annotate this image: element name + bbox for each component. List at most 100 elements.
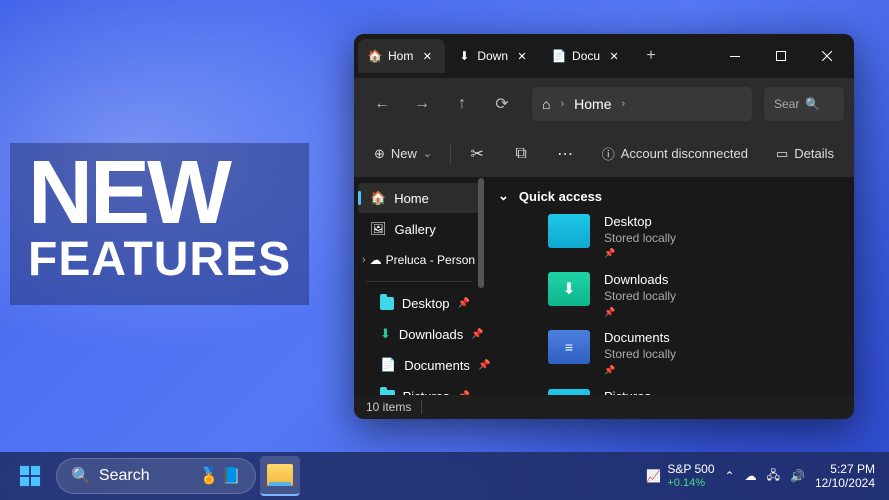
tab-label: Down [477, 49, 508, 63]
quick-access-header[interactable]: ⌄ Quick access [498, 188, 840, 204]
overlay-line2: FEATURES [28, 232, 291, 287]
home-icon: ⌂ [542, 96, 550, 112]
close-icon[interactable]: ✕ [514, 48, 530, 64]
sidebar-item-pictures[interactable]: Pictures 📌 [358, 381, 480, 395]
sidebar-item-onedrive[interactable]: › ☁ Preluca - Person [354, 245, 484, 275]
copy-button[interactable]: ⧉ [503, 138, 539, 170]
quick-access-desktop[interactable]: Desktop Stored locally 📌 [498, 214, 840, 260]
search-label: Search [99, 467, 150, 485]
pin-icon: 📌 [471, 329, 483, 340]
widget-stock[interactable]: 📈 S&P 500 +0.14% [646, 463, 714, 488]
tray-overflow-button[interactable]: ⌃ [725, 469, 735, 483]
folder-icon [267, 464, 293, 486]
account-status[interactable]: ⓘ Account disconnected [592, 138, 758, 170]
folder-icon: ≡ [548, 330, 590, 364]
back-button[interactable]: ← [364, 86, 400, 122]
minimize-button[interactable] [712, 36, 758, 76]
tab-downloads[interactable]: ⬇ Down ✕ [447, 39, 540, 73]
more-button[interactable]: ⋯ [547, 138, 583, 170]
sidebar-item-home[interactable]: 🏠 Home [358, 183, 480, 213]
sidebar-item-documents[interactable]: 📄 Documents 📌 [358, 350, 480, 380]
taskbar-clock[interactable]: 5:27 PM 12/10/2024 [815, 462, 879, 491]
tab-documents[interactable]: 📄 Docu ✕ [542, 39, 632, 73]
tab-label: Hom [388, 49, 413, 63]
quick-access-downloads[interactable]: ⬇ Downloads Stored locally 📌 [498, 272, 840, 318]
volume-icon[interactable]: 🔊 [790, 469, 805, 483]
sidebar-item-label: Pictures [403, 389, 450, 396]
pin-icon: 📌 [604, 307, 676, 319]
forward-button[interactable]: → [404, 86, 440, 122]
sidebar-item-gallery[interactable]: 🖼 Gallery [358, 214, 480, 244]
tab-home[interactable]: 🏠 Hom ✕ [358, 39, 445, 73]
document-icon: 📄 [380, 357, 396, 373]
command-bar: ⊕ New ⌄ ✂ ⧉ ⋯ ⓘ Account disconnected ▭ D… [354, 130, 854, 178]
folder-icon [548, 214, 590, 248]
search-input[interactable]: Sear 🔍 [764, 87, 844, 121]
download-icon: ⬇ [457, 49, 471, 63]
item-name: Downloads [604, 272, 676, 289]
navigation-pane: 🏠 Home 🖼 Gallery › ☁ Preluca - Person De… [354, 178, 484, 395]
maximize-button[interactable] [758, 36, 804, 76]
plus-circle-icon: ⊕ [374, 146, 385, 162]
item-sub: Stored locally [604, 231, 676, 247]
tab-label: Docu [572, 49, 600, 63]
search-icon: 🔍 [805, 97, 820, 111]
sidebar-item-label: Home [394, 191, 429, 206]
quick-access-documents[interactable]: ≡ Documents Stored locally 📌 [498, 330, 840, 376]
details-button[interactable]: ▭ Details [766, 138, 844, 170]
sidebar-item-label: Gallery [395, 222, 436, 237]
close-icon[interactable]: ✕ [606, 48, 622, 64]
pin-icon: 📌 [604, 365, 676, 377]
new-tab-button[interactable]: + [634, 47, 668, 65]
pin-icon: 📌 [458, 391, 470, 396]
up-button[interactable]: ↑ [444, 86, 480, 122]
file-explorer-window: 🏠 Hom ✕ ⬇ Down ✕ 📄 Docu ✕ + ← → ↑ ⟳ ⌂ › … [354, 34, 854, 419]
sidebar-item-downloads[interactable]: ⬇ Downloads 📌 [358, 319, 480, 349]
taskbar-search[interactable]: 🔍 Search 🏅 📘 [56, 458, 256, 494]
new-button[interactable]: ⊕ New ⌄ [364, 138, 442, 170]
sidebar-item-label: Preluca - Person [386, 253, 475, 267]
clock-date: 12/10/2024 [815, 476, 875, 490]
chevron-right-icon[interactable]: › [560, 98, 564, 110]
navigation-bar: ← → ↑ ⟳ ⌂ › Home › Sear 🔍 [354, 78, 854, 130]
details-icon: ▭ [776, 146, 788, 162]
download-icon: ⬇ [380, 326, 391, 342]
refresh-button[interactable]: ⟳ [484, 86, 520, 122]
sidebar-item-label: Documents [404, 358, 470, 373]
sidebar-item-label: Downloads [399, 327, 463, 342]
cut-button[interactable]: ✂ [459, 138, 495, 170]
start-button[interactable] [10, 456, 50, 496]
stock-change: +0.14% [667, 477, 714, 489]
address-location: Home [574, 96, 611, 112]
windows-icon [19, 465, 41, 487]
chevron-down-icon: ⌄ [498, 188, 509, 204]
close-button[interactable] [804, 36, 850, 76]
taskbar: 🔍 Search 🏅 📘 📈 S&P 500 +0.14% ⌃ ☁ 🖧 🔊 5:… [0, 452, 889, 500]
close-icon[interactable]: ✕ [419, 48, 435, 64]
chevron-right-icon[interactable]: › [622, 98, 626, 110]
search-highlight-icon: 📘 [221, 466, 241, 486]
clock-time: 5:27 PM [815, 462, 875, 476]
new-label: New [391, 146, 417, 161]
chevron-down-icon: ⌄ [423, 147, 432, 160]
overlay-line1: NEW [28, 155, 291, 232]
info-icon: ⓘ [602, 144, 615, 163]
sidebar-item-desktop[interactable]: Desktop 📌 [358, 288, 480, 318]
folder-icon: ⬇ [548, 272, 590, 306]
titlebar[interactable]: 🏠 Hom ✕ ⬇ Down ✕ 📄 Docu ✕ + [354, 34, 854, 78]
gallery-icon: 🖼 [370, 221, 387, 237]
search-highlight-icon: 🏅 [199, 466, 219, 486]
scrollbar[interactable] [478, 178, 484, 288]
folder-icon [380, 390, 395, 396]
address-bar[interactable]: ⌂ › Home › [532, 87, 752, 121]
search-icon: 🔍 [71, 466, 91, 486]
chevron-right-icon[interactable]: › [362, 254, 366, 266]
taskbar-app-explorer[interactable] [260, 456, 300, 496]
onedrive-icon[interactable]: ☁ [745, 469, 757, 483]
status-bar: 10 items [354, 395, 854, 419]
network-icon[interactable]: 🖧 [767, 466, 780, 487]
folder-icon [380, 297, 394, 310]
stock-symbol: S&P 500 [667, 463, 714, 476]
promo-overlay: NEW FEATURES [10, 143, 309, 305]
content-pane[interactable]: ⌄ Quick access Desktop Stored locally 📌 … [484, 178, 854, 395]
